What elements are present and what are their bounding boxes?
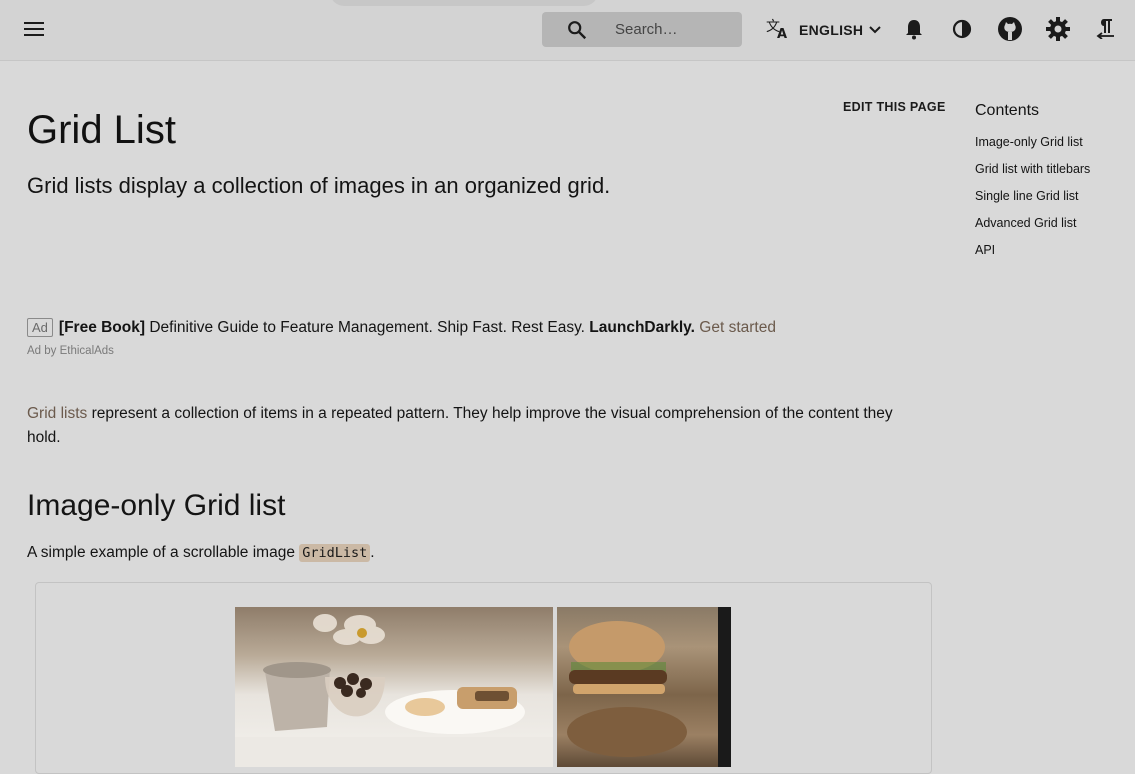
chevron-down-icon	[869, 26, 882, 34]
toc-item-image-only[interactable]: Image-only Grid list	[975, 135, 1083, 149]
page-title: Grid List	[27, 108, 176, 152]
intro-text: represent a collection of items in a rep…	[27, 405, 893, 446]
intro-paragraph: Grid lists represent a collection of ite…	[27, 402, 927, 450]
search-icon	[566, 19, 588, 41]
ad-by-line[interactable]: Ad by EthicalAds	[27, 345, 114, 357]
section-text-end: .	[370, 544, 375, 561]
language-label: ENGLISH	[799, 22, 864, 38]
edit-this-page-link[interactable]: EDIT THIS PAGE	[843, 100, 946, 114]
ad-text: Definitive Guide to Feature Management. …	[145, 318, 590, 336]
gear-icon[interactable]	[1045, 16, 1071, 42]
svg-text:A: A	[777, 27, 787, 39]
grid-scrollbar[interactable]	[718, 607, 731, 767]
ad-cta-link[interactable]: Get started	[699, 319, 776, 337]
section-text: A simple example of a scrollable image	[27, 544, 300, 561]
search-box[interactable]	[542, 12, 742, 47]
github-icon[interactable]	[997, 16, 1023, 42]
menu-icon[interactable]	[22, 17, 46, 41]
rtl-icon[interactable]	[1094, 16, 1118, 40]
ad-bold-prefix: [Free Book]	[58, 318, 146, 336]
section-heading: Image-only Grid list	[27, 489, 286, 522]
burger-image[interactable]	[557, 607, 718, 767]
toc-item-api[interactable]: API	[975, 243, 995, 257]
code-gridlist: GridList	[299, 544, 371, 562]
app-bar: 文A ENGLISH	[0, 0, 1135, 61]
toc-title: Contents	[975, 102, 1040, 119]
toc-item-titlebars[interactable]: Grid list with titlebars	[975, 162, 1090, 176]
grid-lists-link[interactable]: Grid lists	[27, 405, 87, 422]
contrast-icon[interactable]	[950, 17, 974, 41]
ad-banner[interactable]: Ad [Free Book] Definitive Guide to Featu…	[27, 318, 776, 337]
section-description: A simple example of a scrollable image G…	[27, 544, 375, 562]
toc-item-advanced[interactable]: Advanced Grid list	[975, 216, 1076, 230]
toc-item-single-line[interactable]: Single line Grid list	[975, 189, 1079, 203]
breakfast-image[interactable]	[235, 607, 553, 767]
translate-icon: 文A	[766, 17, 790, 44]
language-selector[interactable]: 文A ENGLISH	[766, 16, 882, 44]
bell-icon[interactable]	[902, 17, 926, 41]
ad-brand: LaunchDarkly.	[589, 318, 695, 336]
search-input[interactable]	[613, 20, 737, 39]
app-bar-shadow	[330, 0, 598, 6]
page-subtitle: Grid lists display a collection of image…	[27, 173, 611, 198]
ad-badge: Ad	[27, 318, 53, 337]
